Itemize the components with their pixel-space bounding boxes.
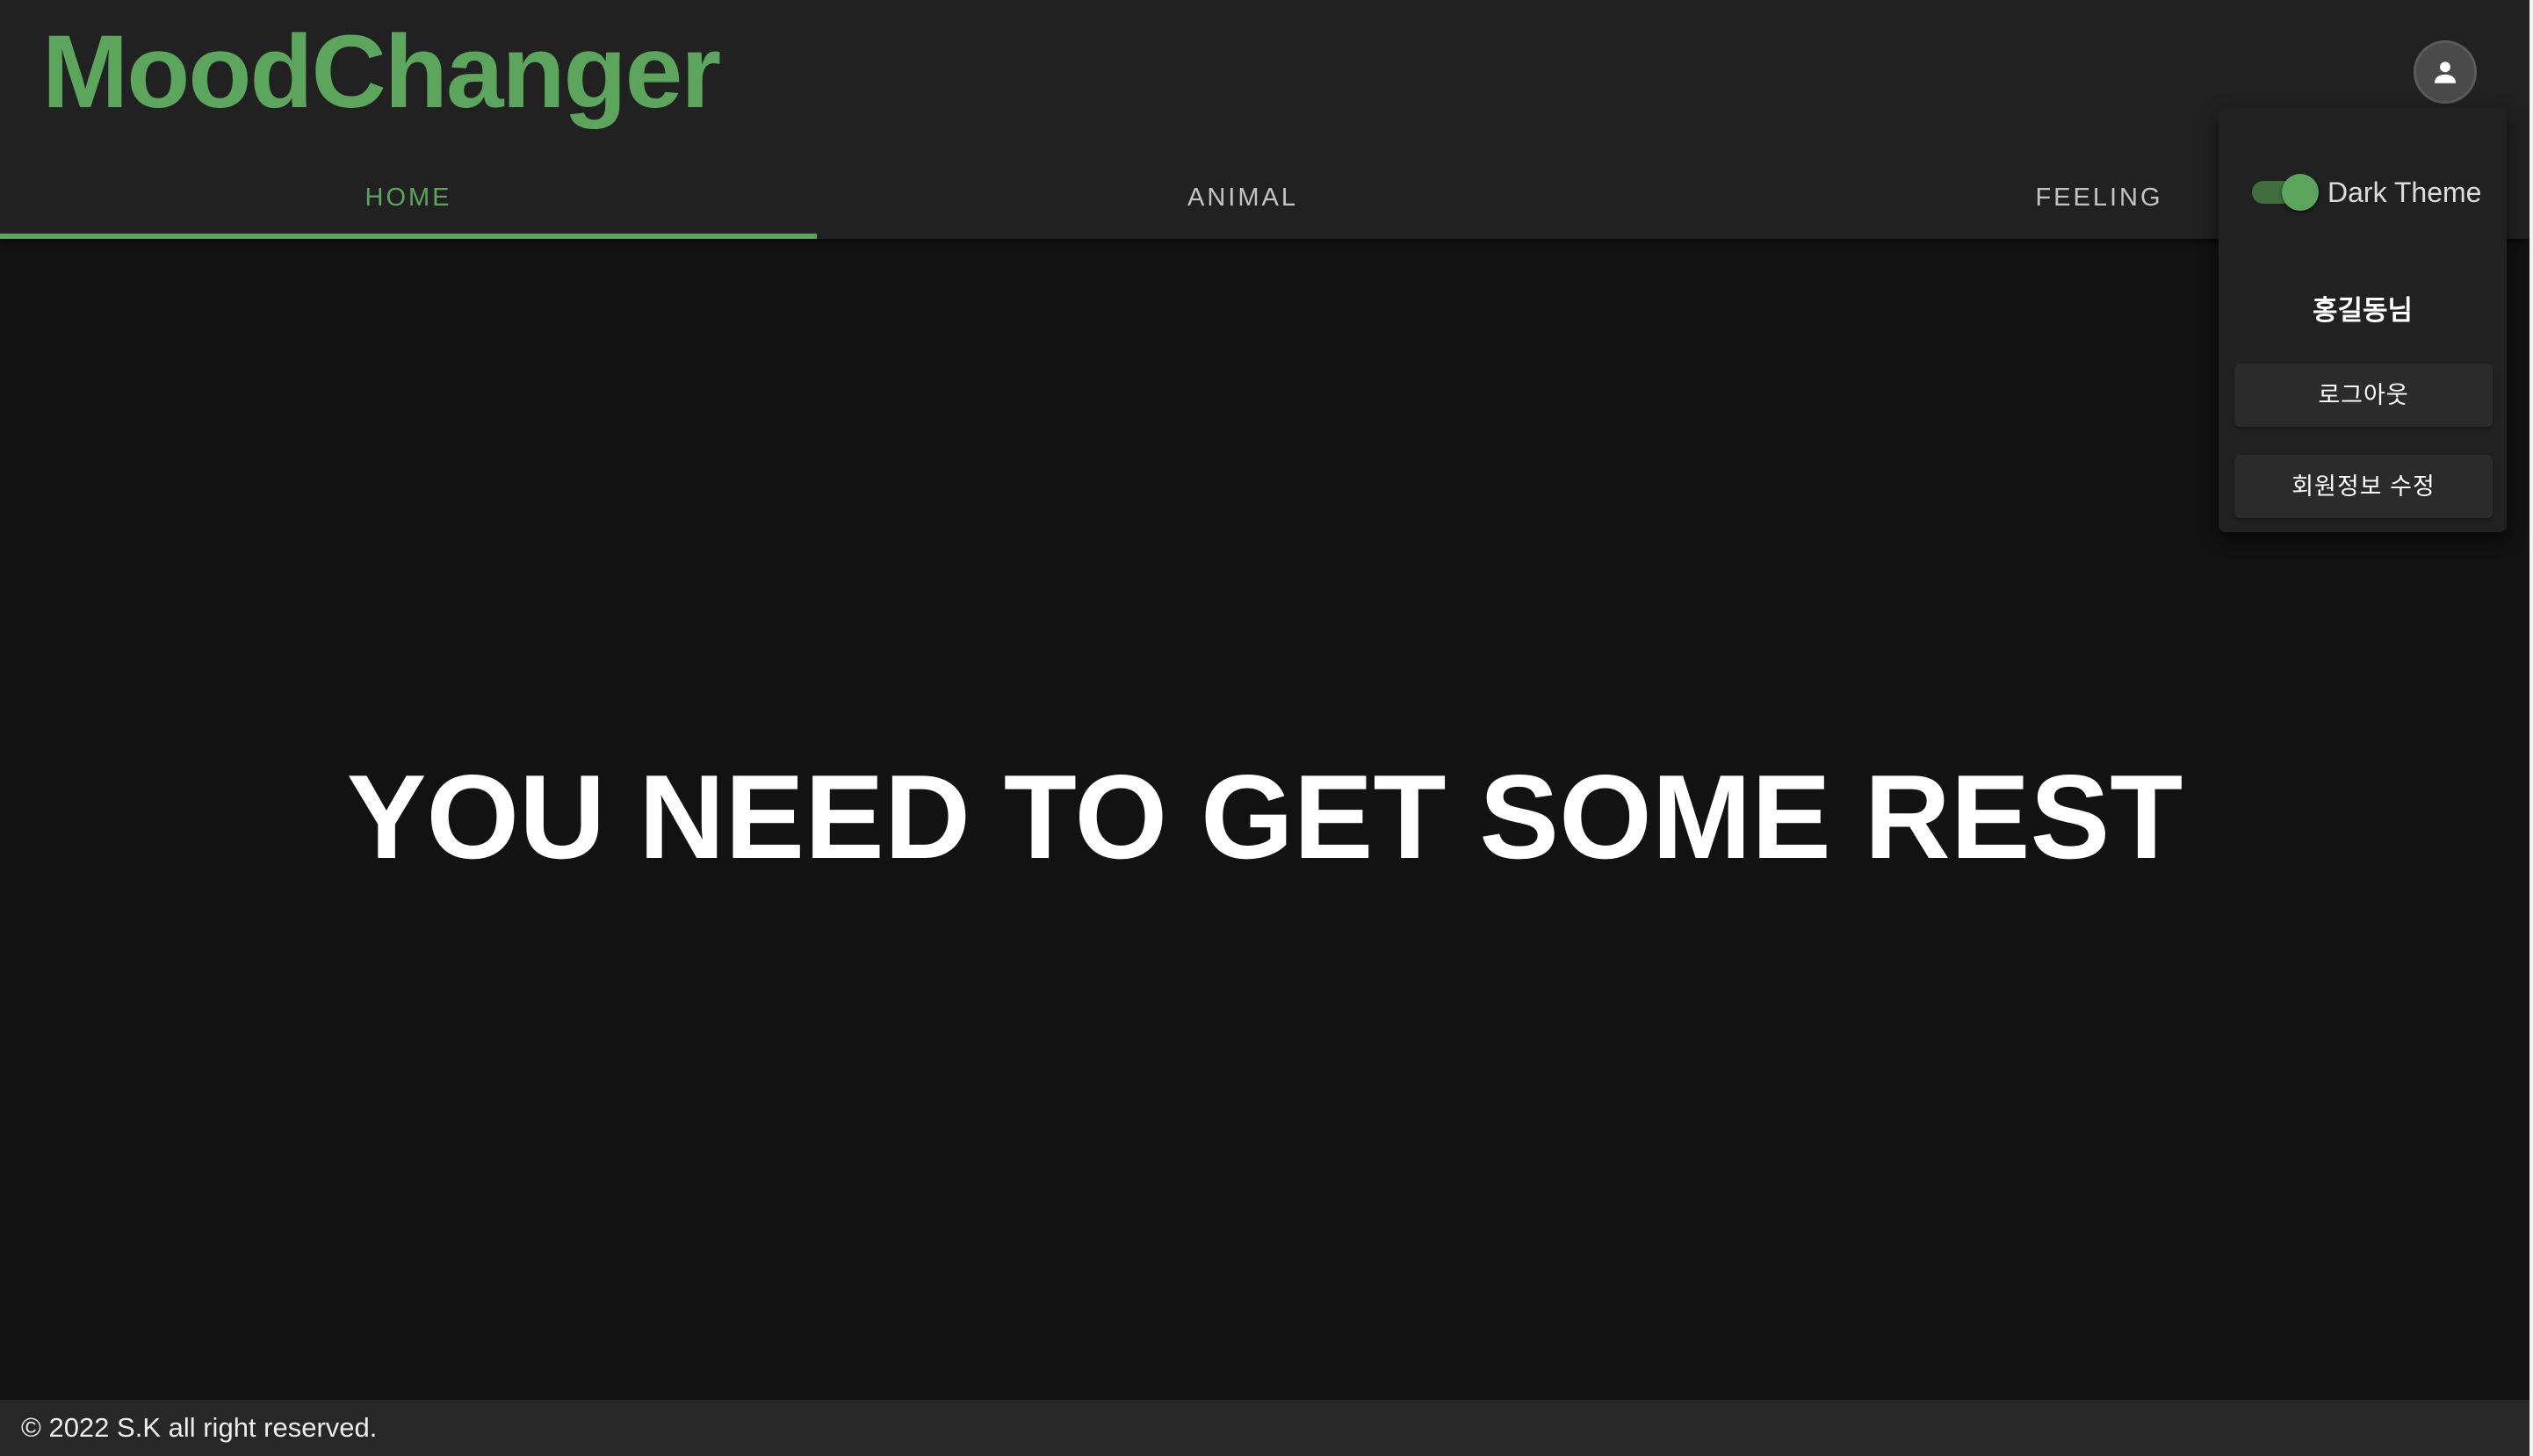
toggle-thumb	[2282, 174, 2319, 211]
user-dropdown-menu: Dark Theme 홍길동님 로그아웃 회원정보 수정	[2219, 107, 2507, 532]
tab-animal[interactable]: ANIMAL	[817, 156, 1669, 239]
tab-home[interactable]: HOME	[0, 156, 817, 239]
dark-theme-toggle[interactable]	[2248, 174, 2319, 211]
mood-message: YOU NEED TO GET SOME REST	[346, 750, 2183, 883]
user-name: 홍길동님	[2312, 295, 2414, 326]
account-menu-button[interactable]	[2414, 40, 2477, 104]
account-circle-icon	[2434, 61, 2457, 83]
edit-profile-button[interactable]: 회원정보 수정	[2234, 455, 2493, 518]
app-bar: MoodChanger HOME ANIMAL FEELING	[0, 0, 2529, 239]
app-logo-title[interactable]: MoodChanger	[42, 11, 721, 133]
logout-button[interactable]: 로그아웃	[2234, 364, 2493, 427]
copyright-text: © 2022 S.K all right reserved.	[21, 1412, 378, 1443]
app-window: MoodChanger HOME ANIMAL FEELING YOU NEED…	[0, 0, 2529, 1456]
window-edge	[2529, 0, 2533, 1456]
active-tab-indicator	[0, 234, 817, 239]
dark-theme-label: Dark Theme	[2327, 177, 2482, 208]
nav-tabs: HOME ANIMAL FEELING	[0, 156, 2529, 239]
footer: © 2022 S.K all right reserved.	[0, 1400, 2529, 1456]
